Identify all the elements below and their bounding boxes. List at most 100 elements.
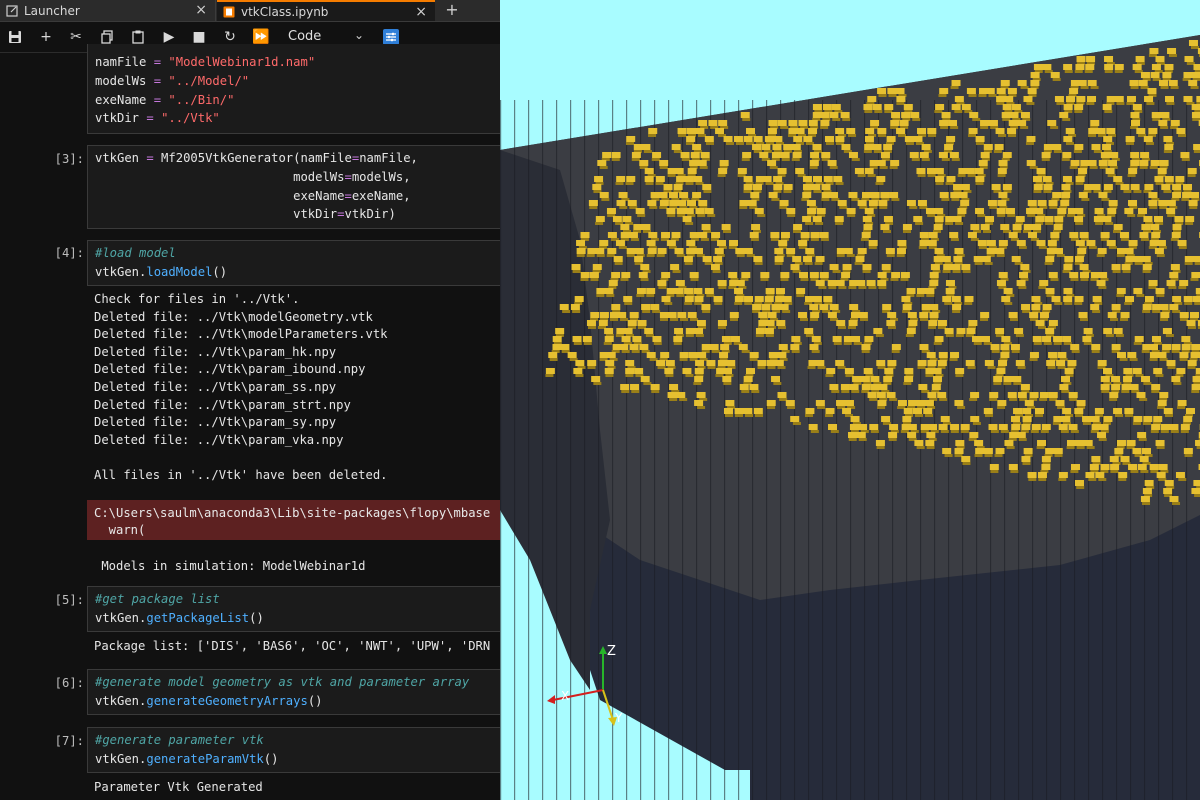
cell-top <box>909 152 919 158</box>
cell-top <box>906 200 916 206</box>
cell-top <box>644 328 654 334</box>
cell-top <box>1124 408 1134 414</box>
cell-top <box>648 232 658 238</box>
cell-top <box>770 232 780 238</box>
chevron-down-icon[interactable]: ⌄ <box>354 28 364 42</box>
cell-top <box>828 424 838 430</box>
add-tab-button[interactable]: + <box>440 0 464 21</box>
cell-top <box>929 272 939 278</box>
cell-top <box>1029 352 1039 358</box>
code-cell[interactable]: #generate parameter vtk vtkGen.generateP… <box>87 727 500 773</box>
cell-side <box>877 406 886 409</box>
cell-side <box>693 382 702 385</box>
cell-side <box>898 134 907 137</box>
cell-side <box>916 446 925 449</box>
cell-top <box>810 312 820 318</box>
code-cell[interactable]: namFile = "ModelWebinar1d.nam" modelWs =… <box>87 44 500 134</box>
model-3d-view[interactable]: Z X Y <box>500 0 1200 800</box>
cell-side <box>673 342 682 345</box>
cell-side <box>618 246 627 249</box>
cell-top <box>944 328 954 334</box>
cell-top <box>751 224 761 230</box>
cell-top <box>825 408 835 414</box>
cell-top <box>980 312 990 318</box>
cell-top <box>696 392 706 398</box>
vtk-render-window[interactable]: Z X Y <box>500 0 1200 800</box>
cell-top <box>1001 336 1011 342</box>
cell-top <box>1002 104 1012 110</box>
cell-side <box>1170 86 1179 89</box>
cell-top <box>571 264 581 270</box>
cell-top <box>1183 296 1193 302</box>
cell-top <box>1048 320 1058 326</box>
cell-side <box>817 366 826 369</box>
close-icon[interactable]: × <box>415 4 427 20</box>
cell-top <box>1109 392 1119 398</box>
cell-side <box>717 174 726 177</box>
cell-top <box>913 216 923 222</box>
cell-top <box>951 264 961 270</box>
cell-top <box>805 248 815 254</box>
cell-top <box>890 120 900 126</box>
cell-top <box>1137 464 1147 470</box>
cell-top <box>974 440 984 446</box>
cell-top <box>1102 144 1112 150</box>
code-cell[interactable]: #load model vtkGen.loadModel() <box>87 240 500 286</box>
cell-side <box>1142 310 1151 313</box>
cell-top <box>1062 336 1072 342</box>
cell-top <box>1020 384 1030 390</box>
code-cell[interactable]: #get package list vtkGen.getPackageList(… <box>87 586 500 632</box>
cell-side <box>997 214 1006 217</box>
cell-top <box>1027 88 1037 94</box>
tab-notebook[interactable]: vtkClass.ipynb × <box>217 0 435 21</box>
cell-side <box>1125 414 1133 417</box>
cell-top <box>919 312 929 318</box>
cell-source: #generate model geometry as vtk and para… <box>95 675 470 708</box>
code-cell[interactable]: #generate model geometry as vtk and para… <box>87 669 500 715</box>
cell-side <box>890 278 899 281</box>
cell-top <box>1027 200 1037 206</box>
cell-top <box>849 304 859 310</box>
cell-top <box>741 272 751 278</box>
cell-top <box>974 168 984 174</box>
cell-top <box>559 304 569 310</box>
cell-top <box>750 192 760 198</box>
cell-top <box>815 256 825 262</box>
cell-top <box>743 376 753 382</box>
cell-top <box>1138 80 1148 86</box>
cut-icon[interactable]: ✂ <box>67 28 85 46</box>
cell-side <box>793 230 801 233</box>
cell-side <box>777 326 786 329</box>
cell-top <box>996 368 1006 374</box>
cell-top <box>1014 328 1024 334</box>
cell-top <box>1053 336 1063 342</box>
cell-side <box>939 398 948 401</box>
cell-top <box>1153 416 1163 422</box>
close-icon[interactable]: × <box>195 2 207 18</box>
property-inspector-icon[interactable] <box>383 29 399 45</box>
cell-side <box>838 286 847 289</box>
cell-top <box>1074 408 1084 414</box>
cell-side <box>978 94 987 97</box>
cell-top <box>587 248 597 254</box>
cell-top <box>811 336 821 342</box>
cell-top <box>1039 392 1049 398</box>
cell-side <box>791 350 800 353</box>
cell-side <box>945 334 954 337</box>
cell-type-select[interactable]: Code <box>288 29 321 44</box>
cell-top <box>713 256 723 262</box>
cell-side <box>870 430 879 433</box>
cell-top <box>1095 472 1105 478</box>
add-cell-icon[interactable]: + <box>37 28 55 46</box>
cell-top <box>720 344 730 350</box>
save-icon[interactable] <box>6 28 24 46</box>
cell-top <box>1103 416 1113 422</box>
cell-side <box>755 414 763 417</box>
cell-top <box>1124 248 1134 254</box>
cell-top <box>743 248 753 254</box>
cell-top <box>1008 232 1018 238</box>
cell-side <box>1074 302 1083 305</box>
tab-launcher[interactable]: Launcher × <box>0 0 216 21</box>
cell-top <box>1030 80 1040 86</box>
code-cell[interactable]: vtkGen = Mf2005VtkGenerator(namFile=namF… <box>87 145 500 229</box>
